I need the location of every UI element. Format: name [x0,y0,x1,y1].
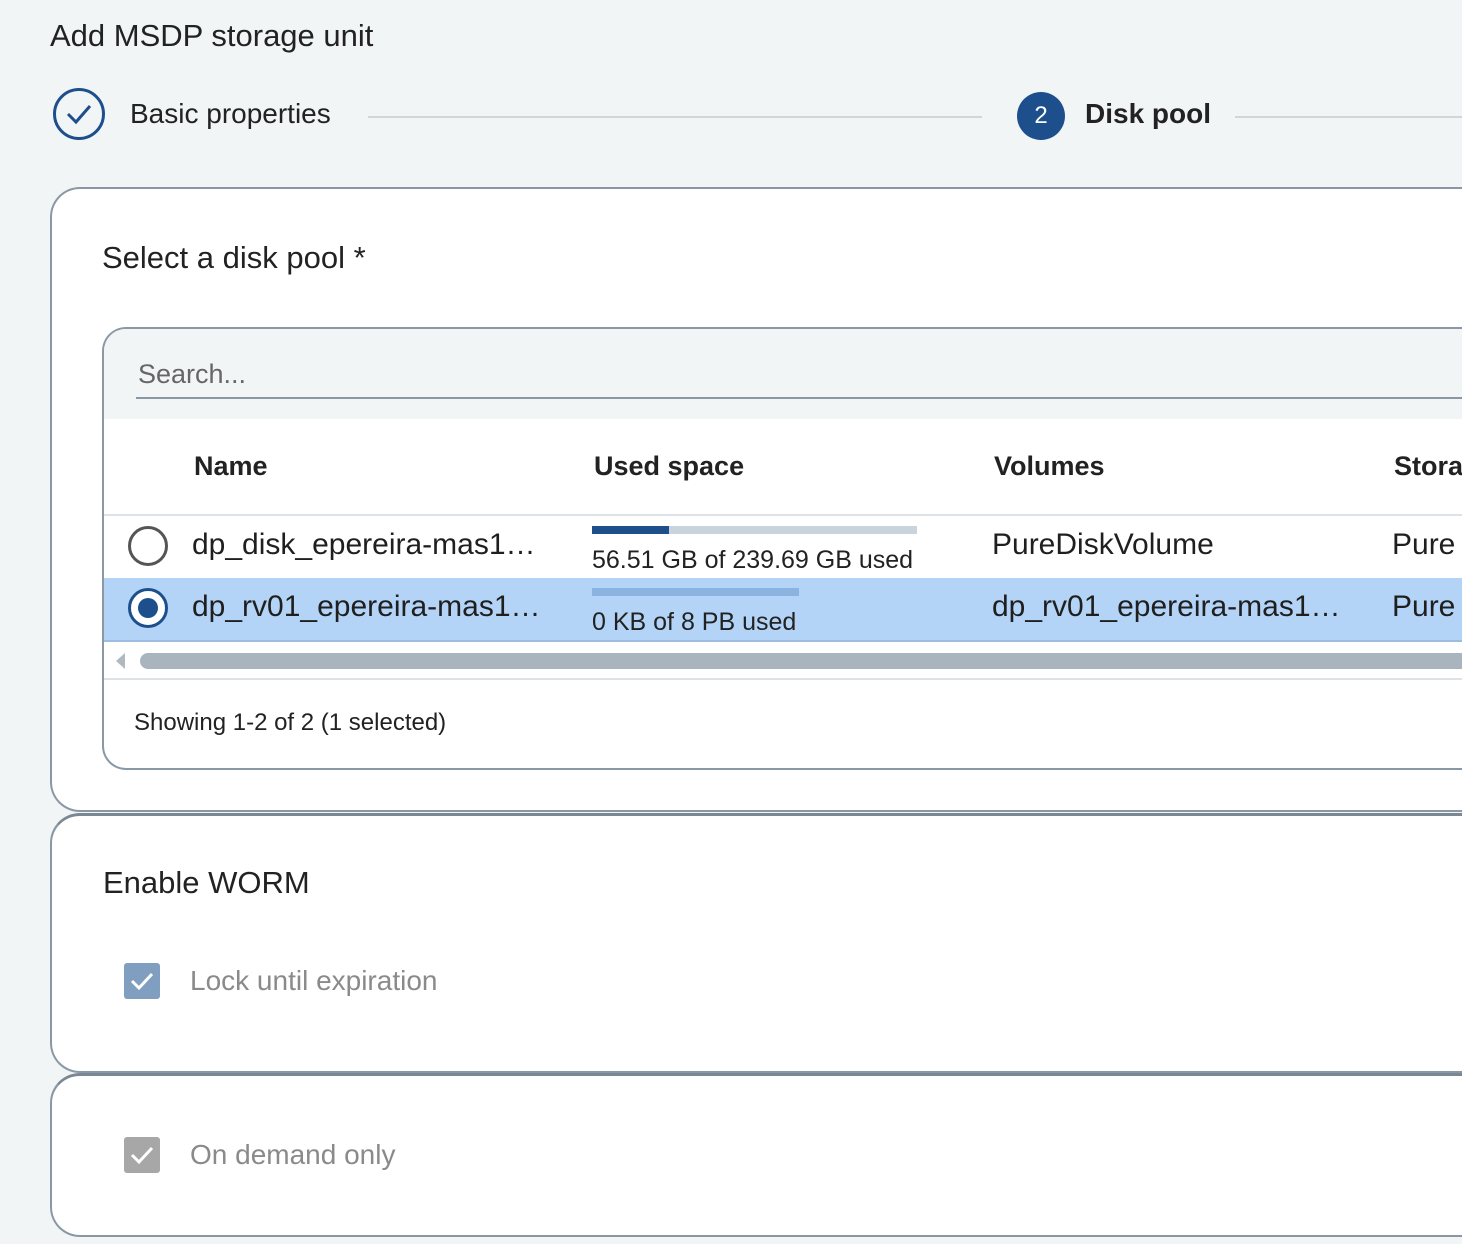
search-input[interactable] [136,351,1462,399]
used-space-bar-fill [592,526,669,534]
check-icon [66,105,92,125]
page-title: Add MSDP storage unit [50,18,374,53]
step-disk-pool[interactable]: Disk pool [1085,98,1211,130]
disk-pool-section-title: Select a disk pool * [102,240,366,275]
horizontal-scrollbar[interactable] [104,642,1462,680]
column-header-storage[interactable]: Storag [1394,451,1462,482]
row-volumes: dp_rv01_epereira-mas1… [992,590,1341,623]
table-row[interactable]: dp_disk_epereira-mas1… 56.51 GB of 239.6… [104,516,1462,580]
step-basic-properties[interactable]: Basic properties [130,98,331,130]
scroll-left-icon[interactable] [116,653,125,669]
row-radio-button-selected[interactable] [128,588,168,628]
step-connector [1235,116,1462,118]
worm-section-title: Enable WORM [103,865,310,900]
disk-pool-table: Name Used space Volumes Storag dp_disk_e… [102,327,1462,770]
on-demand-only-label: On demand only [190,1139,396,1170]
lock-until-expiration-label: Lock until expiration [190,965,438,996]
row-radio-button[interactable] [128,526,168,566]
row-name: dp_rv01_epereira-mas1… [192,590,541,623]
check-icon [130,972,154,991]
scrollbar-thumb[interactable] [140,653,1462,669]
worm-card [50,813,1462,1073]
used-space-text: 56.51 GB of 239.69 GB used [592,546,914,574]
check-icon [130,1146,154,1165]
column-header-used-space[interactable]: Used space [594,451,744,482]
row-storage: Pure [1392,528,1456,561]
used-space-bar [592,588,799,596]
step-number-badge: 2 [1017,92,1065,140]
used-space-text: 0 KB of 8 PB used [592,608,797,636]
row-storage: Pure [1392,590,1456,623]
on-demand-only-checkbox[interactable] [124,1137,160,1173]
column-header-name[interactable]: Name [194,451,268,482]
step-connector [368,116,982,118]
lock-until-expiration-checkbox[interactable] [124,963,160,999]
table-row-selected[interactable]: dp_rv01_epereira-mas1… 0 KB of 8 PB used… [104,578,1462,642]
column-header-volumes[interactable]: Volumes [994,451,1105,482]
row-name: dp_disk_epereira-mas1… [192,528,536,561]
step-completed-icon [53,88,105,140]
row-volumes: PureDiskVolume [992,528,1214,561]
search-bar [104,329,1462,419]
used-space-bar [592,526,917,534]
table-footer-summary: Showing 1-2 of 2 (1 selected) [134,709,447,736]
